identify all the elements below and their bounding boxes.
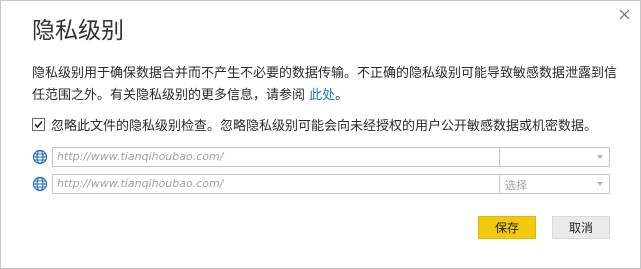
chevron-down-icon	[597, 155, 603, 159]
source-url-dropdown[interactable]: http://www.tianqihoubao.com/	[52, 174, 515, 194]
cancel-button[interactable]: 取消	[552, 216, 610, 239]
privacy-level-value: 选择	[505, 179, 527, 192]
ignore-privacy-label[interactable]: 忽略此文件的隐私级别检查。忽略隐私级别可能会向未经授权的用户公开敏感数据或机密数…	[51, 115, 597, 134]
description-text: 隐私级别用于确保数据合并而不产生不必要的数据传输。不正确的隐私级别可能导致敏感数…	[32, 63, 617, 107]
learn-more-link[interactable]: 此处	[309, 88, 335, 103]
description-suffix: 。	[335, 88, 349, 103]
ignore-privacy-checkbox[interactable]	[32, 117, 45, 131]
ignore-privacy-row: 忽略此文件的隐私级别检查。忽略隐私级别可能会向未经授权的用户公开敏感数据或机密数…	[32, 115, 597, 134]
privacy-levels-dialog: 隐私级别 隐私级别用于确保数据合并而不产生不必要的数据传输。不正确的隐私级别可能…	[0, 0, 641, 269]
privacy-level-dropdown[interactable]	[499, 147, 610, 167]
source-url-value: http://www.tianqihoubao.com/	[57, 177, 224, 190]
chevron-down-icon	[597, 182, 603, 186]
dialog-title: 隐私级别	[32, 18, 124, 44]
globe-icon	[32, 176, 48, 192]
source-url-dropdown[interactable]: http://www.tianqihoubao.com/	[52, 147, 515, 167]
globe-icon	[32, 149, 48, 165]
privacy-level-dropdown[interactable]: 选择	[499, 174, 610, 194]
close-icon[interactable]	[617, 7, 633, 23]
source-url-value: http://www.tianqihoubao.com/	[57, 150, 224, 163]
save-button[interactable]: 保存	[478, 216, 536, 239]
